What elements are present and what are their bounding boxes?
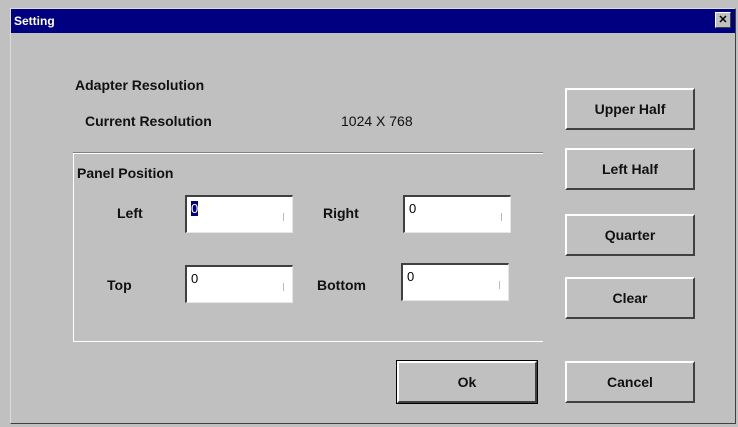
left-half-button[interactable]: Left Half — [565, 148, 695, 190]
current-resolution-label: Current Resolution — [85, 113, 212, 129]
right-input-caret — [501, 213, 502, 221]
clear-label: Clear — [612, 290, 648, 306]
panel-position-heading: Panel Position — [77, 165, 174, 181]
top-label: Top — [107, 277, 132, 293]
current-resolution-value: 1024 X 768 — [341, 113, 413, 129]
left-input-value: 0 — [191, 201, 199, 216]
adapter-resolution-heading: Adapter Resolution — [75, 77, 205, 93]
ok-button[interactable]: Ok — [396, 360, 538, 404]
panel-position-group — [73, 154, 543, 342]
left-half-label: Left Half — [602, 161, 658, 177]
title-bar[interactable]: Setting ✕ — [11, 9, 735, 33]
ok-label: Ok — [457, 374, 477, 390]
right-input[interactable]: 0 — [403, 195, 511, 233]
setting-dialog: Setting ✕ Adapter Resolution Current Res… — [10, 8, 736, 424]
cancel-button[interactable]: Cancel — [565, 361, 695, 403]
left-input-caret — [283, 213, 284, 221]
upper-half-label: Upper Half — [594, 101, 666, 117]
top-input-value: 0 — [191, 271, 199, 286]
right-input-value: 0 — [409, 201, 417, 216]
left-input[interactable]: 0 — [185, 195, 293, 233]
clear-button[interactable]: Clear — [565, 277, 695, 319]
bottom-input-caret — [499, 281, 500, 289]
right-label: Right — [323, 205, 359, 221]
upper-half-button[interactable]: Upper Half — [565, 88, 695, 130]
bottom-input-value: 0 — [407, 269, 415, 284]
quarter-button[interactable]: Quarter — [565, 214, 695, 256]
top-input-caret — [283, 283, 284, 291]
cancel-label: Cancel — [607, 374, 653, 390]
bottom-input[interactable]: 0 — [401, 263, 509, 301]
window-title: Setting — [14, 14, 55, 28]
top-input[interactable]: 0 — [185, 265, 293, 303]
close-icon: ✕ — [718, 13, 728, 26]
bottom-label: Bottom — [317, 277, 366, 293]
close-button[interactable]: ✕ — [715, 12, 731, 28]
quarter-label: Quarter — [604, 227, 656, 243]
left-label: Left — [117, 205, 143, 221]
